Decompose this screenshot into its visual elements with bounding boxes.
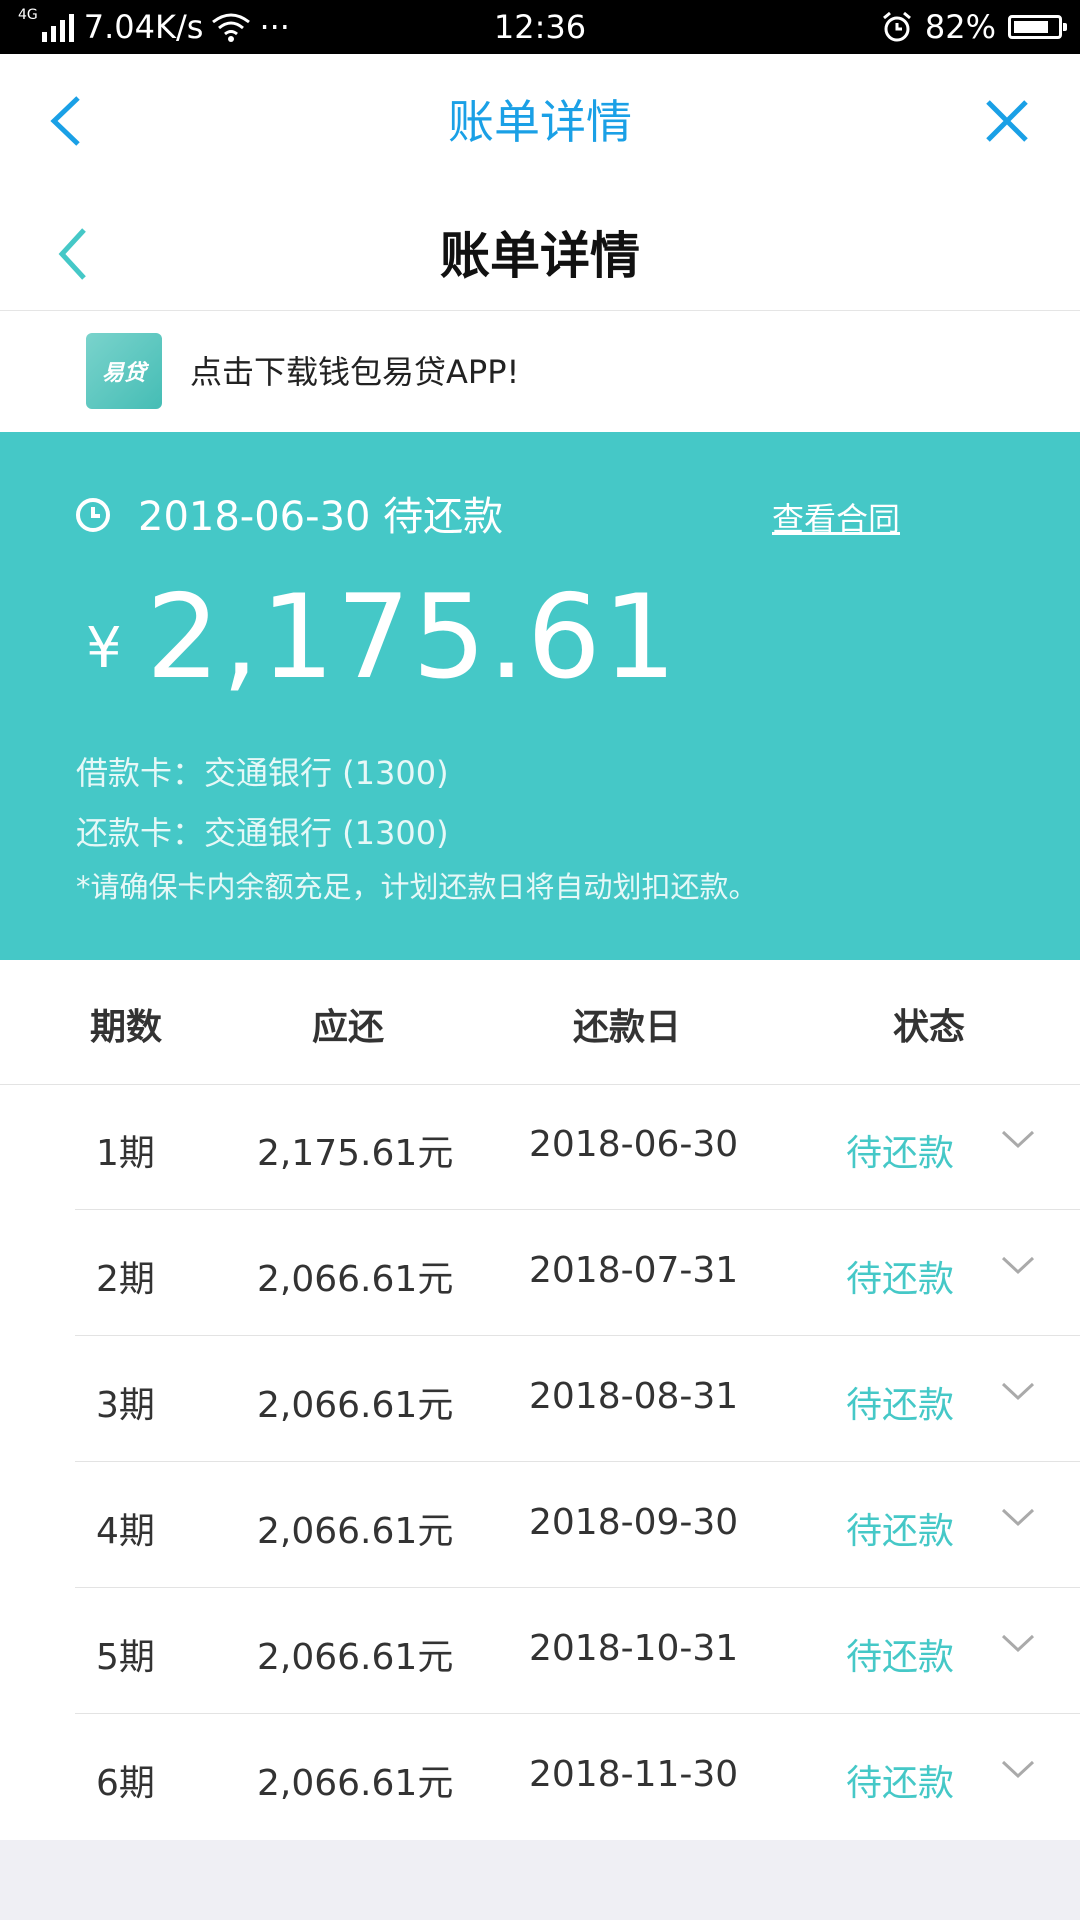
row-period: 4期 (96, 1511, 155, 1552)
bill-summary-card: 2018-06-30 待还款 查看合同 ¥ 2,175.61 借款卡：交通银行 … (0, 432, 1080, 960)
row-amount: 2,175.61元 (257, 1133, 454, 1174)
table-header: 期数 应还 还款日 状态 (0, 960, 1080, 1085)
row-amount: 2,066.61元 (257, 1385, 454, 1426)
view-contract-link[interactable]: 查看合同 (772, 494, 900, 540)
row-period: 5期 (96, 1637, 155, 1678)
web-nav-title: 账单详情 (448, 95, 632, 149)
balance-note: *请确保卡内余额充足，计划还款日将自动划扣还款。 (76, 870, 758, 904)
row-date: 2018-08-31 (529, 1376, 739, 1417)
table-row[interactable]: 6期 2,066.61元 2018-11-30 待还款 (0, 1714, 1080, 1840)
row-period: 2期 (96, 1259, 155, 1300)
promo-text: 点击下载钱包易贷APP! (190, 353, 520, 391)
table-row[interactable]: 5期 2,066.61元 2018-10-31 待还款 (0, 1588, 1080, 1714)
battery-fill (1014, 21, 1049, 33)
header-date: 还款日 (572, 1007, 681, 1048)
table-row[interactable]: 4期 2,066.61元 2018-09-30 待还款 (0, 1462, 1080, 1588)
clock-icon (76, 498, 110, 532)
web-nav-bar: 账单详情 (0, 54, 1080, 184)
row-date: 2018-09-30 (529, 1502, 739, 1543)
row-amount: 2,066.61元 (257, 1763, 454, 1804)
status-right: 82% (881, 8, 1067, 46)
row-amount: 2,066.61元 (257, 1511, 454, 1552)
due-date-status: 2018-06-30 待还款 (138, 494, 504, 540)
table-row[interactable]: 1期 2,175.61元 2018-06-30 待还款 (0, 1084, 1080, 1210)
chevron-down-icon[interactable] (1000, 1380, 1036, 1404)
battery-icon (1008, 15, 1067, 39)
row-date: 2018-10-31 (529, 1628, 739, 1669)
currency-symbol: ¥ (86, 616, 122, 681)
battery-percent: 82% (924, 8, 996, 46)
app-header: 账单详情 (0, 184, 1080, 311)
table-row[interactable]: 2期 2,066.61元 2018-07-31 待还款 (0, 1210, 1080, 1336)
row-amount: 2,066.61元 (257, 1637, 454, 1678)
repayment-table: 期数 应还 还款日 状态 1期 2,175.61元 2018-06-30 待还款… (0, 960, 1080, 1840)
row-status: 待还款 (846, 1763, 955, 1804)
app-logo: 易贷 (86, 333, 162, 409)
row-period: 6期 (96, 1763, 155, 1804)
download-promo-banner[interactable]: 易贷 点击下载钱包易贷APP! (0, 311, 1080, 432)
table-row[interactable]: 3期 2,066.61元 2018-08-31 待还款 (0, 1336, 1080, 1462)
row-status: 待还款 (846, 1133, 955, 1174)
row-date: 2018-06-30 (529, 1124, 739, 1165)
amount-due: 2,175.61 (146, 570, 679, 705)
alarm-icon (882, 11, 911, 42)
chevron-down-icon[interactable] (1000, 1128, 1036, 1152)
row-status: 待还款 (846, 1637, 955, 1678)
row-status: 待还款 (846, 1511, 955, 1552)
page-title: 账单详情 (440, 227, 640, 285)
row-status: 待还款 (846, 1259, 955, 1300)
row-period: 3期 (96, 1385, 155, 1426)
header-status: 状态 (892, 1007, 965, 1048)
repay-card-info: 还款卡：交通银行 (1300) (76, 814, 449, 852)
chevron-down-icon[interactable] (1000, 1506, 1036, 1530)
row-period: 1期 (96, 1133, 155, 1174)
chevron-down-icon[interactable] (1000, 1254, 1036, 1278)
row-date: 2018-11-30 (529, 1754, 739, 1795)
loan-card-info: 借款卡：交通银行 (1300) (76, 754, 449, 792)
row-status: 待还款 (846, 1385, 955, 1426)
chevron-down-icon[interactable] (1000, 1758, 1036, 1782)
close-icon[interactable] (984, 98, 1030, 144)
row-date: 2018-07-31 (529, 1250, 739, 1291)
header-period: 期数 (89, 1007, 162, 1048)
row-amount: 2,066.61元 (257, 1259, 454, 1300)
status-bar: 4G 7.04K/s ··· 12:36 82% (0, 0, 1080, 54)
chevron-down-icon[interactable] (1000, 1632, 1036, 1656)
header-amount: 应还 (311, 1007, 384, 1048)
